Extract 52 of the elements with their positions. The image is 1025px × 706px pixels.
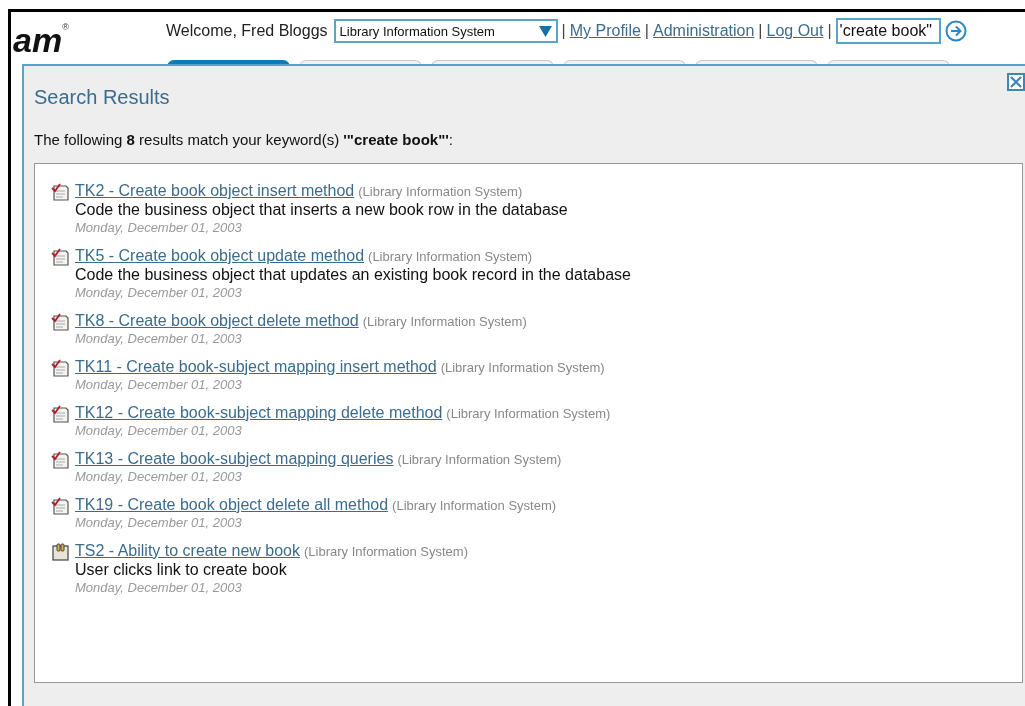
project-name: (Library Information System): [446, 406, 611, 421]
result-link[interactable]: TK8 - Create book object delete method: [75, 312, 359, 330]
project-dropdown[interactable]: Library Information System: [333, 19, 558, 43]
result-link[interactable]: TS2 - Ability to create new book: [75, 542, 300, 560]
result-link[interactable]: TK5 - Create book object update method: [75, 247, 365, 265]
arrow-circle-icon[interactable]: [944, 20, 967, 42]
project-name: (Library Information System): [362, 314, 527, 329]
project-name: (Library Information System): [440, 360, 605, 375]
dialog-title: Search Results: [34, 86, 171, 109]
logo-text: am: [13, 24, 63, 56]
separator: |: [758, 22, 763, 40]
close-button[interactable]: [1007, 73, 1025, 91]
document-check-icon: [51, 359, 71, 377]
result-date: Monday, December 01, 2003: [75, 331, 243, 346]
project-name: (Library Information System): [358, 184, 523, 199]
document-check-icon: [51, 405, 71, 423]
project-name: (Library Information System): [368, 249, 533, 264]
separator: |: [644, 22, 649, 40]
document-check-icon: [51, 313, 71, 331]
result-date: Monday, December 01, 2003: [75, 515, 243, 530]
document-check-icon: [51, 248, 71, 266]
result-link[interactable]: TK19 - Create book object delete all method: [75, 496, 389, 514]
separator: |: [561, 22, 566, 40]
clipboard-icon: [51, 543, 71, 561]
result-date: Monday, December 01, 2003: [75, 220, 243, 235]
result-description: Code the business object that inserts a new book row in the database: [75, 201, 568, 219]
welcome-text: Welcome, Fred Bloggs: [166, 22, 328, 40]
caret-icon: [538, 25, 552, 37]
result-description: Code the business object that updates an existing book record in the database: [75, 266, 631, 284]
project-name: (Library Information System): [304, 544, 468, 559]
results-summary: The following 8 results match your keyword(s) '"create book"':: [34, 131, 455, 148]
header-link[interactable]: My Profile: [569, 22, 641, 40]
result-description: User clicks link to create book: [75, 561, 288, 579]
result-link[interactable]: TK2 - Create book object insert method: [75, 182, 355, 200]
registered-mark: ®: [62, 22, 69, 32]
header-link[interactable]: Log Out: [766, 22, 824, 40]
result-date: Monday, December 01, 2003: [75, 580, 243, 595]
result-date: Monday, December 01, 2003: [75, 423, 243, 438]
document-check-icon: [51, 451, 71, 469]
result-link[interactable]: TK12 - Create book-subject mapping delete method: [75, 404, 443, 422]
header-link[interactable]: Administration: [653, 22, 755, 40]
result-date: Monday, December 01, 2003: [75, 285, 243, 300]
search-field[interactable]: 'create book": [835, 18, 941, 44]
separator: |: [827, 22, 832, 40]
project-name: (Library Information System): [392, 498, 557, 513]
result-date: Monday, December 01, 2003: [75, 469, 243, 484]
result-link[interactable]: TK11 - Create book-subject mapping insert method: [75, 358, 437, 376]
document-check-icon: [51, 497, 71, 515]
document-check-icon: [51, 183, 71, 201]
result-link[interactable]: TK13 - Create book-subject mapping queries: [75, 450, 394, 468]
result-date: Monday, December 01, 2003: [75, 377, 243, 392]
project-name: (Library Information System): [397, 452, 562, 467]
